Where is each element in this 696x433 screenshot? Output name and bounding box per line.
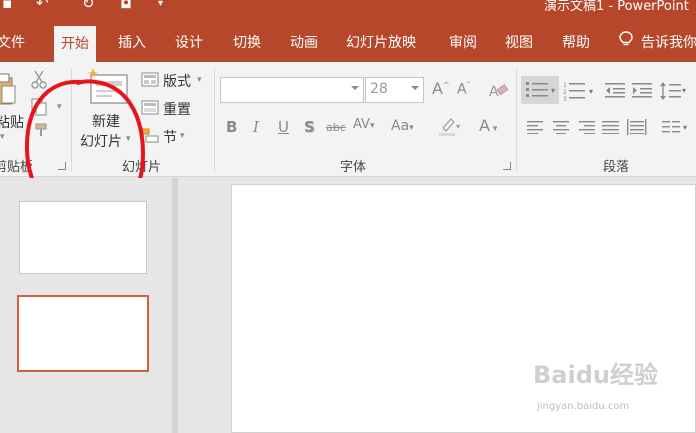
layout-dropdown-icon[interactable]: ▾: [197, 75, 202, 85]
underline-icon[interactable]: U: [278, 118, 289, 136]
group-separator: [516, 68, 517, 172]
cut-icon[interactable]: [30, 70, 48, 90]
tab-review[interactable]: 审阅: [449, 32, 477, 52]
bullets-icon[interactable]: ▾: [521, 76, 559, 104]
reset-icon[interactable]: [141, 100, 159, 115]
layout-button[interactable]: 版式: [163, 71, 191, 91]
window-title: 演示文稿1 - PowerPoint: [544, 0, 689, 14]
font-name-combobox[interactable]: [220, 77, 364, 103]
slide-thumbnail-2[interactable]: [17, 295, 149, 372]
svg-text:▾: ▾: [682, 86, 686, 95]
increase-indent-icon[interactable]: [632, 81, 652, 99]
svg-text:▾: ▾: [456, 122, 460, 131]
tab-slide-show[interactable]: 幻灯片放映: [346, 32, 416, 52]
from-beginning-icon[interactable]: ◘: [120, 0, 132, 11]
paragraph-group-label: 段落: [603, 160, 630, 175]
align-right-icon[interactable]: [577, 120, 595, 134]
tell-me-search[interactable]: 告诉我你: [641, 32, 696, 52]
save-icon[interactable]: ▪: [2, 0, 12, 11]
watermark: Baidu经验 jingyan.baidu.com: [533, 355, 693, 415]
clear-formatting-icon[interactable]: A: [489, 82, 509, 100]
decrease-indent-icon[interactable]: [605, 81, 625, 99]
copy-dropdown-icon[interactable]: ▾: [57, 102, 62, 112]
tab-animations[interactable]: 动画: [290, 32, 318, 52]
reset-button[interactable]: 重置: [163, 99, 191, 119]
svg-text:▾: ▾: [551, 86, 555, 95]
increase-font-size-icon[interactable]: A^: [432, 79, 450, 98]
svg-text:2: 2: [563, 89, 567, 96]
chevron-down-icon[interactable]: [411, 86, 419, 90]
tab-transitions[interactable]: 切换: [233, 32, 261, 52]
tab-file[interactable]: 文件: [0, 32, 25, 52]
paste-button[interactable]: 粘贴: [0, 112, 24, 132]
new-slide-dropdown-icon[interactable]: ▾: [126, 134, 131, 144]
tab-home[interactable]: 开始: [54, 26, 96, 62]
tab-insert[interactable]: 插入: [118, 32, 146, 52]
numbering-icon[interactable]: 1 2 3 ▾: [563, 80, 597, 102]
title-bar: ▪ ↶ ↻ ◘ ▾ 演示文稿1 - PowerPoint: [0, 0, 696, 18]
new-slide-label-line2[interactable]: 幻灯片: [80, 131, 122, 151]
font-size-value: 28: [370, 81, 388, 97]
font-group-label: 字体: [340, 160, 367, 175]
bold-icon[interactable]: B: [226, 118, 237, 136]
watermark-url: jingyan.baidu.com: [537, 401, 630, 412]
svg-text:▾: ▾: [683, 123, 687, 132]
pane-splitter[interactable]: [172, 178, 178, 433]
font-dialog-launcher-icon[interactable]: [503, 162, 511, 170]
section-icon[interactable]: [141, 128, 159, 143]
clipboard-dialog-launcher-icon[interactable]: [58, 162, 66, 170]
paste-icon[interactable]: [0, 72, 16, 112]
new-slide-icon[interactable]: [86, 68, 130, 106]
lightbulb-icon: [619, 31, 633, 46]
slides-group-label: 幻灯片: [122, 160, 162, 175]
group-separator: [214, 68, 215, 172]
section-button[interactable]: 节: [163, 127, 177, 147]
svg-text:▾: ▾: [589, 87, 593, 96]
svg-text:3: 3: [563, 96, 567, 102]
italic-icon[interactable]: I: [253, 118, 259, 136]
align-left-icon[interactable]: [527, 120, 545, 134]
svg-text:1: 1: [563, 82, 567, 89]
copy-icon[interactable]: [30, 98, 50, 116]
decrease-font-size-icon[interactable]: Aˇ: [457, 81, 471, 98]
ribbon-home: 粘贴 ▾ ▾ 剪贴板 新建 幻灯片 ▾ 版式 ▾ 重置 节 ▾ 幻灯片 28 A…: [0, 62, 696, 226]
change-case-icon[interactable]: Aa▾: [391, 118, 414, 134]
watermark-brand: Baidu经验: [533, 361, 658, 389]
columns-icon[interactable]: ▾: [662, 119, 692, 135]
group-separator: [71, 68, 72, 172]
undo-icon[interactable]: ↶: [36, 0, 49, 11]
chevron-down-icon[interactable]: [351, 86, 359, 90]
slide-thumbnail-1[interactable]: [19, 201, 147, 274]
font-color-icon[interactable]: A ▾: [479, 116, 497, 135]
tab-help[interactable]: 帮助: [562, 32, 590, 52]
highlight-color-icon[interactable]: ▾: [437, 116, 461, 138]
clipboard-group-label: 剪贴板: [0, 160, 34, 175]
tab-design[interactable]: 设计: [175, 32, 203, 52]
strikethrough-icon[interactable]: abc: [326, 121, 346, 134]
align-center-icon[interactable]: [552, 120, 570, 134]
text-shadow-icon[interactable]: S: [304, 118, 315, 136]
line-spacing-icon[interactable]: ▾: [659, 80, 689, 102]
new-slide-label-line1[interactable]: 新建: [92, 111, 120, 131]
layout-icon[interactable]: [141, 72, 159, 87]
distributed-icon[interactable]: [627, 119, 647, 135]
paste-dropdown-icon[interactable]: ▾: [0, 132, 5, 142]
format-painter-icon[interactable]: [34, 122, 50, 138]
section-dropdown-icon[interactable]: ▾: [180, 131, 185, 141]
customize-dropdown-icon[interactable]: ▾: [158, 0, 163, 11]
svg-text:A: A: [489, 84, 499, 100]
ribbon-tabs: 文件 开始 插入 设计 切换 动画 幻灯片放映 审阅 视图 帮助 告诉我你: [0, 18, 696, 62]
justify-icon[interactable]: [602, 120, 620, 134]
font-size-combobox[interactable]: 28: [365, 77, 424, 103]
tab-view[interactable]: 视图: [505, 32, 533, 52]
character-spacing-icon[interactable]: AV▾: [353, 117, 375, 132]
redo-icon[interactable]: ↻: [82, 0, 95, 11]
